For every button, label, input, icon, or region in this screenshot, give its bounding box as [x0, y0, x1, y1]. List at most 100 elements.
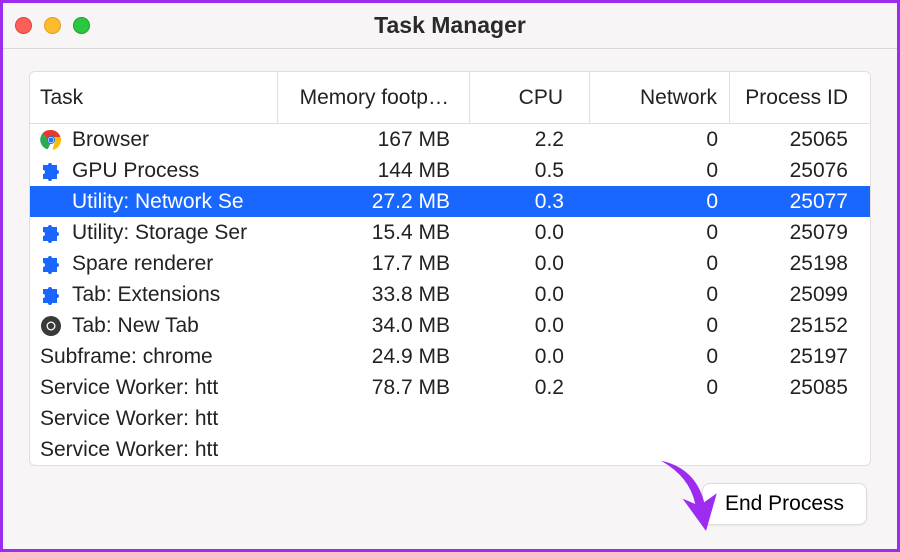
task-name: Tab: Extensions: [72, 283, 220, 307]
cell-network: 0: [590, 217, 730, 248]
task-name: Spare renderer: [72, 252, 213, 276]
cell-memory: 78.7 MB: [278, 372, 470, 403]
cell-pid: 25076: [730, 155, 870, 186]
cell-task: Spare renderer: [30, 248, 278, 279]
cell-cpu: 0.0: [470, 279, 590, 310]
cell-pid: 25099: [730, 279, 870, 310]
cell-cpu: 0.0: [470, 217, 590, 248]
table-row[interactable]: GPU Process 144 MB0.5025076: [30, 155, 870, 186]
puzzle-icon: [40, 284, 62, 306]
cell-cpu: 0.0: [470, 310, 590, 341]
task-name: Service Worker: htt: [40, 407, 218, 431]
table-row[interactable]: Spare renderer 17.7 MB0.0025198: [30, 248, 870, 279]
table-row[interactable]: Service Worker: htt: [30, 434, 870, 465]
cell-network: 0: [590, 124, 730, 155]
end-process-button[interactable]: End Process: [702, 483, 867, 525]
window-controls: [15, 17, 90, 34]
cell-cpu: [470, 434, 590, 465]
table-row[interactable]: Tab: Extensions 33.8 MB0.0025099: [30, 279, 870, 310]
cell-pid: 25085: [730, 372, 870, 403]
cell-task: Service Worker: htt: [30, 434, 278, 465]
cell-memory: 17.7 MB: [278, 248, 470, 279]
column-header-memory[interactable]: Memory footp…: [278, 72, 470, 123]
task-name: Browser: [72, 128, 149, 152]
table-body: Browser167 MB2.2025065GPU Process144 MB0…: [30, 124, 870, 465]
cell-network: 0: [590, 279, 730, 310]
cell-pid: 25152: [730, 310, 870, 341]
puzzle-icon: [40, 160, 62, 182]
cell-task: Tab: New Tab: [30, 310, 278, 341]
cell-memory: 27.2 MB: [278, 186, 470, 217]
cell-cpu: 2.2: [470, 124, 590, 155]
cell-network: 0: [590, 341, 730, 372]
column-header-task[interactable]: Task: [30, 72, 278, 123]
cell-task: GPU Process: [30, 155, 278, 186]
cell-network: [590, 434, 730, 465]
cell-network: 0: [590, 248, 730, 279]
task-name: Service Worker: htt: [40, 438, 218, 462]
table-row[interactable]: Utility: Storage Ser 15.4 MB0.0025079: [30, 217, 870, 248]
window-title: Task Manager: [3, 12, 897, 39]
cell-pid: 25077: [730, 186, 870, 217]
cell-pid: 25198: [730, 248, 870, 279]
cell-memory: 144 MB: [278, 155, 470, 186]
cell-cpu: 0.0: [470, 341, 590, 372]
table-header-row: Task Memory footp… CPU Network Process I…: [30, 72, 870, 124]
task-name: Service Worker: htt: [40, 376, 218, 400]
titlebar[interactable]: Task Manager: [3, 3, 897, 49]
minimize-icon[interactable]: [44, 17, 61, 34]
cell-memory: 167 MB: [278, 124, 470, 155]
puzzle-icon: [40, 253, 62, 275]
zoom-icon[interactable]: [73, 17, 90, 34]
task-name: Subframe: chrome: [40, 345, 213, 369]
cell-pid: 25197: [730, 341, 870, 372]
table-row[interactable]: Tab: New Tab 34.0 MB0.0025152: [30, 310, 870, 341]
cell-pid: [730, 434, 870, 465]
table-row[interactable]: Subframe: chrome 24.9 MB0.0025197: [30, 341, 870, 372]
close-icon[interactable]: [15, 17, 32, 34]
cell-pid: 25079: [730, 217, 870, 248]
task-name: Tab: New Tab: [72, 314, 199, 338]
cell-network: 0: [590, 310, 730, 341]
cell-memory: [278, 434, 470, 465]
cell-network: 0: [590, 155, 730, 186]
cell-memory: [278, 403, 470, 434]
column-header-network[interactable]: Network: [590, 72, 730, 123]
table-row[interactable]: Browser 167 MB2.2025065: [30, 124, 870, 155]
cell-task: Utility: Network Se: [30, 186, 278, 217]
cell-pid: 25065: [730, 124, 870, 155]
cell-task: Tab: Extensions: [30, 279, 278, 310]
cell-task: Browser: [30, 124, 278, 155]
cell-memory: 24.9 MB: [278, 341, 470, 372]
cell-task: Service Worker: htt: [30, 372, 278, 403]
table-row[interactable]: Service Worker: htt 78.7 MB0.2025085: [30, 372, 870, 403]
cell-pid: [730, 403, 870, 434]
task-name: Utility: Storage Ser: [72, 221, 247, 245]
table-row[interactable]: Utility: Network Se 27.2 MB0.3025077: [30, 186, 870, 217]
cell-network: [590, 403, 730, 434]
cell-task: Subframe: chrome: [30, 341, 278, 372]
window-frame: Task Manager Task Memory footp… CPU Netw…: [0, 0, 900, 552]
chrome-icon: [40, 129, 62, 151]
cell-network: 0: [590, 186, 730, 217]
cell-task: Service Worker: htt: [30, 403, 278, 434]
cell-memory: 33.8 MB: [278, 279, 470, 310]
footer: End Process: [3, 466, 897, 549]
cell-cpu: 0.0: [470, 248, 590, 279]
process-table: Task Memory footp… CPU Network Process I…: [29, 71, 871, 466]
cell-task: Utility: Storage Ser: [30, 217, 278, 248]
cell-memory: 15.4 MB: [278, 217, 470, 248]
column-header-pid[interactable]: Process ID: [730, 72, 870, 123]
task-name: GPU Process: [72, 159, 199, 183]
cell-cpu: 0.5: [470, 155, 590, 186]
table-row[interactable]: Service Worker: htt: [30, 403, 870, 434]
puzzle-icon: [40, 191, 62, 213]
task-name: Utility: Network Se: [72, 190, 244, 214]
cell-cpu: 0.2: [470, 372, 590, 403]
cell-network: 0: [590, 372, 730, 403]
column-header-cpu[interactable]: CPU: [470, 72, 590, 123]
cell-cpu: 0.3: [470, 186, 590, 217]
puzzle-icon: [40, 222, 62, 244]
cell-memory: 34.0 MB: [278, 310, 470, 341]
cell-cpu: [470, 403, 590, 434]
